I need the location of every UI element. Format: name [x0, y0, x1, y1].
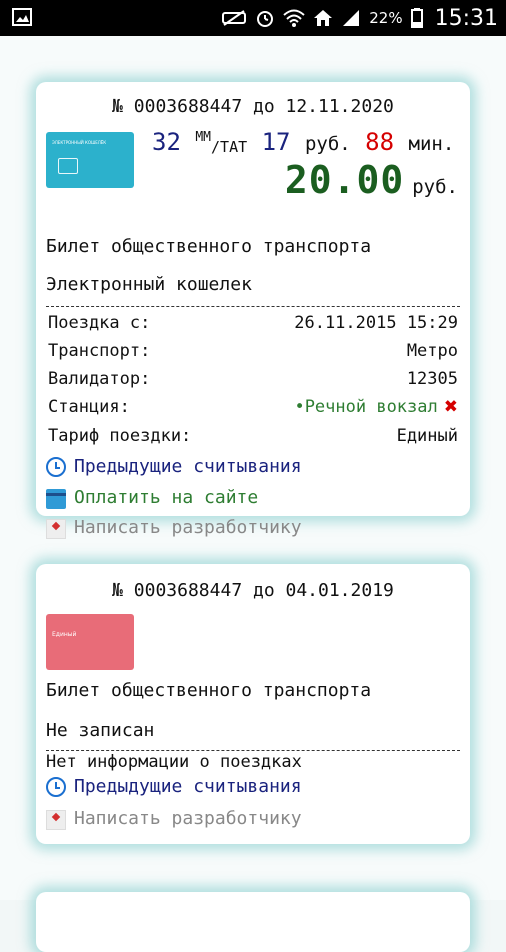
mail-icon — [46, 519, 66, 539]
ticket-card[interactable] — [36, 892, 470, 952]
minutes-label: мин. — [408, 133, 455, 155]
ticket-card[interactable]: № 0003688447 до 12.11.2020 ЭЛЕКТРОННЫЙ К… — [36, 82, 470, 539]
pay-online-label: Оплатить на сайте — [74, 487, 259, 508]
pay-online-link[interactable]: Оплатить на сайте — [46, 486, 258, 509]
rubles-count: 17 — [261, 128, 291, 156]
detail-label: Валидатор: — [48, 369, 151, 389]
history-link-label: Предыдущие считывания — [74, 456, 302, 477]
divider — [46, 306, 460, 307]
clock-icon — [46, 456, 66, 477]
write-developer-label: Написать разработчику — [74, 516, 302, 538]
mute-icon — [222, 10, 247, 26]
no-trips-info: Нет информации о поездках — [46, 752, 302, 772]
ticket-number: № 0003688447 до 12.11.2020 — [112, 96, 394, 117]
trips-unit-sup: ММ — [195, 130, 212, 145]
card-image: Единый — [46, 614, 134, 670]
detail-value: Метро — [406, 341, 458, 361]
balance-unit: руб. — [412, 176, 458, 198]
detail-row: Поездка с: 26.11.2015 15:29 — [48, 313, 458, 333]
write-developer-label: Написать разработчику — [74, 807, 302, 829]
trips-count: 32 — [152, 128, 181, 156]
trips-unit-sub: /ТАТ — [211, 138, 248, 156]
signal-icon — [343, 10, 360, 26]
history-link[interactable]: Предыдущие считывания — [46, 776, 302, 797]
card-image: ЭЛЕКТРОННЫЙ КОШЕЛЁК — [46, 132, 134, 188]
mail-icon — [46, 810, 66, 830]
balance-summary: 32 ММ/ТАТ 17 руб. 88 мин. — [152, 128, 454, 156]
clock-icon — [46, 776, 66, 797]
write-developer-link[interactable]: Написать разработчику — [46, 515, 302, 539]
home-icon — [314, 10, 333, 26]
detail-row: Тариф поездки: Единый — [48, 426, 458, 446]
ticket-card[interactable]: № 0003688447 до 04.01.2019 Единый Билет … — [36, 564, 470, 844]
alarm-icon — [257, 11, 274, 27]
balance-amount: 20.00 руб. — [285, 158, 458, 202]
ticket-subtype: Электронный кошелек — [46, 274, 252, 295]
detail-label: Тариф поездки: — [48, 426, 192, 446]
status-bar: 22% 15:31 — [0, 0, 506, 36]
card-image-text: Единый — [52, 631, 77, 638]
write-developer-link[interactable]: Написать разработчику — [46, 806, 302, 830]
detail-row: Станция: •Речной вокзал ✖ — [48, 397, 458, 417]
card-image-text: ЭЛЕКТРОННЫЙ КОШЕЛЁК — [52, 140, 107, 145]
ticket-number: № 0003688447 до 04.01.2019 — [112, 580, 394, 601]
detail-row: Транспорт: Метро — [48, 341, 458, 361]
detail-row: Валидатор: 12305 — [48, 369, 458, 389]
gallery-icon — [12, 8, 32, 26]
ticket-subtype: Не записан — [46, 720, 155, 741]
history-link-label: Предыдущие считывания — [74, 776, 302, 797]
detail-value: 12305 — [406, 369, 458, 389]
balance-value: 20.00 — [284, 158, 405, 202]
detail-value: Единый — [396, 426, 458, 446]
detail-label: Поездка с: — [48, 313, 151, 333]
wifi-icon — [283, 9, 305, 27]
wallet-icon — [58, 158, 78, 174]
battery-percent: 22% — [369, 9, 403, 27]
history-link[interactable]: Предыдущие считывания — [46, 456, 302, 477]
remove-station-icon[interactable]: ✖ — [444, 397, 458, 417]
detail-label: Станция: — [48, 397, 130, 417]
ticket-list: № 0003688447 до 12.11.2020 ЭЛЕКТРОННЫЙ К… — [0, 36, 506, 952]
battery-icon — [410, 8, 423, 28]
clock-time: 15:31 — [434, 5, 498, 31]
ticket-type: Билет общественного транспорта — [46, 236, 372, 257]
rubles-label: руб. — [304, 133, 351, 155]
station-value: •Речной вокзал — [294, 397, 438, 417]
detail-label: Транспорт: — [48, 341, 151, 361]
credit-card-icon — [46, 489, 66, 509]
divider — [46, 750, 460, 751]
detail-value: 26.11.2015 15:29 — [294, 313, 458, 333]
minutes-count: 88 — [365, 128, 395, 156]
ticket-type: Билет общественного транспорта — [46, 680, 372, 701]
